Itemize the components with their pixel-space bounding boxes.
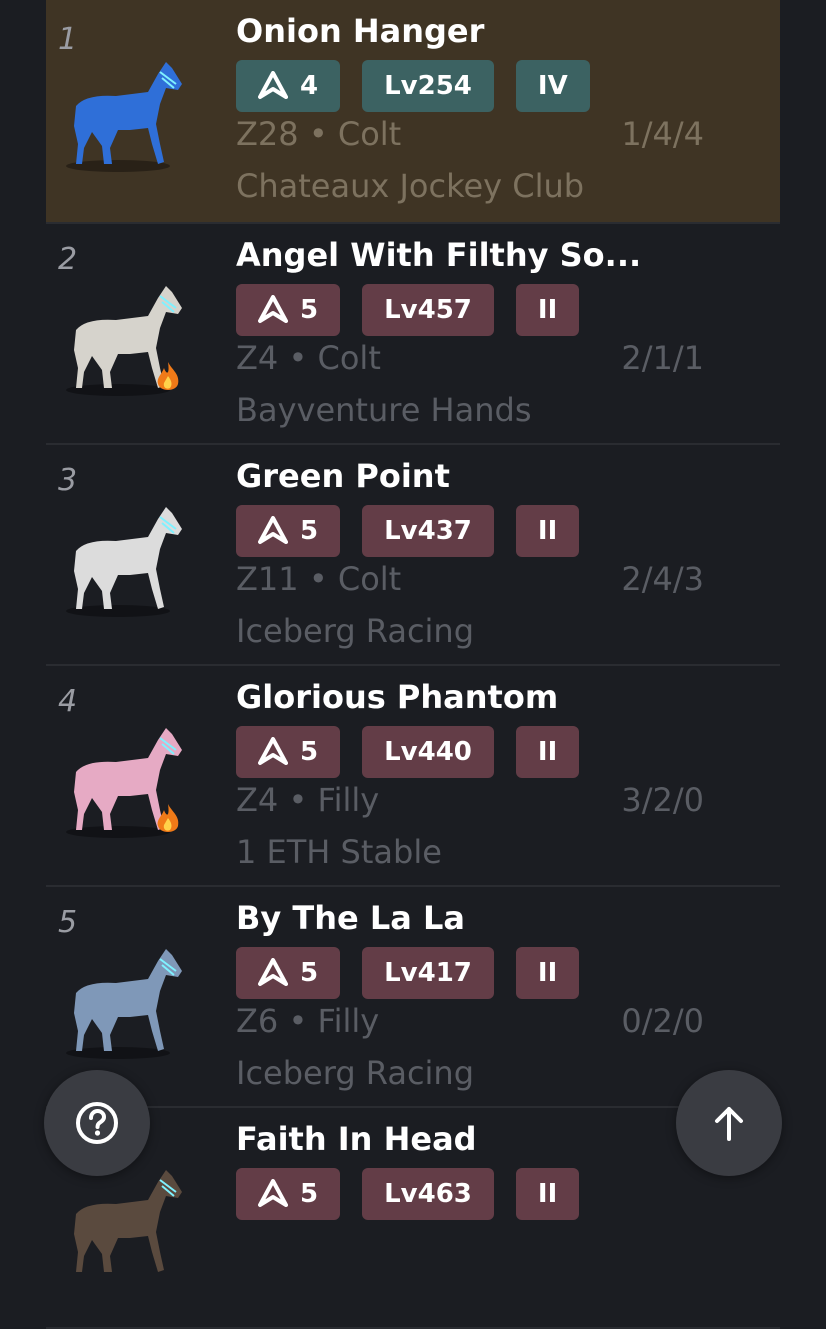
class-arrow-icon — [258, 958, 288, 988]
stable-name: Bayventure Hands — [236, 391, 532, 429]
zone-gender: Z4 • Colt — [236, 339, 381, 377]
stable-name: Iceberg Racing — [236, 612, 475, 650]
zone-gender: Z4 • Filly — [236, 781, 380, 819]
badge-row: 5 Lv457 II — [236, 284, 580, 336]
horse-name: Onion Hanger — [236, 12, 485, 50]
tier-badge: IV — [515, 60, 590, 112]
list-item[interactable]: 1 Onion Hanger 4 Lv254 IV Z28 • Colt 1/4… — [46, 0, 780, 224]
class-arrow-icon — [258, 1179, 288, 1209]
zone-gender: Z28 • Colt — [236, 115, 402, 153]
class-badge: 5 — [236, 1168, 341, 1220]
zone-gender: Z11 • Colt — [236, 560, 402, 598]
stable-name: Iceberg Racing — [236, 1054, 475, 1092]
horse-avatar — [56, 493, 186, 623]
scroll-to-top-button[interactable] — [676, 1070, 782, 1176]
list-item[interactable]: 5 By The La La 5 Lv417 II Z6 • Filly 0/2… — [46, 887, 780, 1108]
race-record: 1/4/4 — [621, 115, 704, 153]
badge-row: 4 Lv254 IV — [236, 60, 590, 112]
class-arrow-icon — [258, 737, 288, 767]
list-item[interactable]: 3 Green Point 5 Lv437 II Z11 • Colt 2/4/… — [46, 445, 780, 666]
class-badge: 5 — [236, 726, 341, 778]
list-item[interactable]: 2 Angel With Filthy So... 5 Lv457 II Z4 … — [46, 224, 780, 445]
level-badge: Lv417 — [362, 947, 494, 999]
badge-row: 5 Lv437 II — [236, 505, 580, 557]
race-record: 2/1/1 — [621, 339, 704, 377]
help-button[interactable] — [44, 1070, 150, 1176]
flame-icon — [157, 804, 179, 832]
class-badge: 5 — [236, 284, 341, 336]
level-badge: Lv457 — [362, 284, 494, 336]
race-record: 0/2/0 — [621, 1002, 704, 1040]
horse-avatar — [56, 935, 186, 1065]
horse-name: Faith In Head — [236, 1120, 477, 1158]
badge-row: 5 Lv440 II — [236, 726, 580, 778]
help-icon — [76, 1102, 118, 1144]
horse-avatar — [56, 1156, 186, 1286]
class-arrow-icon — [258, 295, 288, 325]
level-badge: Lv463 — [362, 1168, 494, 1220]
stable-name: Chateaux Jockey Club — [236, 167, 585, 205]
class-arrow-icon — [258, 516, 288, 546]
class-badge: 4 — [236, 60, 341, 112]
horse-avatar — [56, 272, 186, 402]
list-item[interactable]: Faith In Head 5 Lv463 II — [46, 1108, 780, 1329]
badge-row: 5 Lv417 II — [236, 947, 580, 999]
race-record: 2/4/3 — [621, 560, 704, 598]
badge-row: 5 Lv463 II — [236, 1168, 580, 1220]
flame-icon — [157, 362, 179, 390]
race-record: 3/2/0 — [621, 781, 704, 819]
arrow-up-icon — [715, 1107, 743, 1141]
class-badge: 5 — [236, 505, 341, 557]
horse-list: 1 Onion Hanger 4 Lv254 IV Z28 • Colt 1/4… — [46, 0, 780, 1329]
horse-avatar — [56, 48, 186, 178]
tier-badge: II — [515, 1168, 580, 1220]
level-badge: Lv437 — [362, 505, 494, 557]
tier-badge: II — [515, 947, 580, 999]
level-badge: Lv254 — [362, 60, 494, 112]
list-item[interactable]: 4 Glorious Phantom 5 Lv440 II Z4 • Filly… — [46, 666, 780, 887]
tier-badge: II — [515, 726, 580, 778]
class-badge: 5 — [236, 947, 341, 999]
tier-badge: II — [515, 284, 580, 336]
horse-name: Green Point — [236, 457, 450, 495]
horse-name: Glorious Phantom — [236, 678, 559, 716]
stable-name: 1 ETH Stable — [236, 833, 442, 871]
class-arrow-icon — [258, 71, 288, 101]
level-badge: Lv440 — [362, 726, 494, 778]
horse-name: By The La La — [236, 899, 465, 937]
horse-name: Angel With Filthy So... — [236, 236, 642, 274]
horse-avatar — [56, 714, 186, 844]
tier-badge: II — [515, 505, 580, 557]
zone-gender: Z6 • Filly — [236, 1002, 380, 1040]
